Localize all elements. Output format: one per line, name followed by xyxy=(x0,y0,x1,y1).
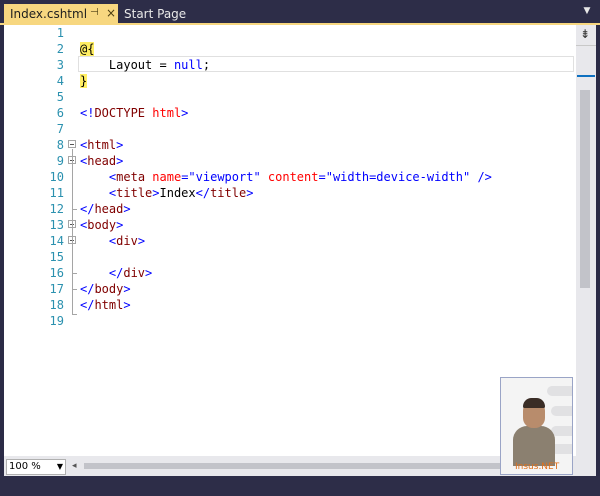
code-line: 3 Layout = null; xyxy=(4,57,576,73)
code-line: 5 xyxy=(4,89,576,105)
html-tag: meta xyxy=(116,170,146,184)
code-punc: <! xyxy=(80,106,95,120)
watermark-photo-hair xyxy=(523,398,545,408)
line-number: 4 xyxy=(56,74,64,88)
code-line: 8 <html> xyxy=(4,137,576,153)
outline-guide xyxy=(72,273,77,274)
tab-label: Index.cshtml xyxy=(10,7,88,21)
html-tag: title xyxy=(116,186,153,200)
razor-open: @{ xyxy=(80,42,95,56)
watermark-photo-body xyxy=(513,426,555,466)
html-tag: body xyxy=(94,282,124,296)
watermark-decoration xyxy=(547,386,572,396)
line-number: 11 xyxy=(49,186,64,200)
window-footer xyxy=(0,476,600,496)
html-tag: html xyxy=(87,138,117,152)
html-tag: div xyxy=(123,266,146,280)
code-line: 7 xyxy=(4,121,576,137)
html-attr: content xyxy=(267,170,319,184)
line-number: 19 xyxy=(49,314,64,328)
pin-icon[interactable]: ⊣ xyxy=(90,7,99,18)
code-editor[interactable]: 1 2 @{ 3 Layout = null; 4 } 5 6 <!DOCTYP… xyxy=(4,25,576,456)
tab-start-page[interactable]: Start Page xyxy=(124,7,186,21)
zoom-select[interactable]: 100 % ▼ xyxy=(6,459,66,475)
line-number: 16 xyxy=(49,266,64,280)
line-number: 1 xyxy=(56,26,64,40)
html-tag: body xyxy=(87,218,117,232)
code-line: 10 <meta name="viewport" content="width=… xyxy=(4,169,576,185)
code-punc: > xyxy=(181,106,189,120)
watermark-label: Insus.NET xyxy=(515,462,560,472)
line-number: 6 xyxy=(56,106,64,120)
code-line: 19 xyxy=(4,313,576,329)
code-line: 9 <head> xyxy=(4,153,576,169)
code-line: 12 </head> xyxy=(4,201,576,217)
chevron-down-icon[interactable]: ▼ xyxy=(580,4,594,18)
line-number: 7 xyxy=(56,122,64,136)
watermark-overlay: Insus.NET xyxy=(500,377,573,475)
code-line: 4 } xyxy=(4,73,576,89)
code-punc: /> xyxy=(470,170,492,184)
code-line: 6 <!DOCTYPE html> xyxy=(4,105,576,121)
line-number: 10 xyxy=(49,170,64,184)
html-tag: title xyxy=(210,186,247,200)
tab-index-cshtml[interactable]: Index.cshtml ⊣ × xyxy=(4,4,118,24)
html-tag: head xyxy=(87,154,117,168)
line-number: 14 xyxy=(49,234,64,248)
code-line: 1 xyxy=(4,25,576,41)
scrollbar-divider xyxy=(576,45,596,46)
vertical-scroll-thumb[interactable] xyxy=(580,90,590,288)
code-line: 18 </html> xyxy=(4,297,576,313)
html-attr-value: "width=device-width" xyxy=(325,170,471,184)
html-tag: html xyxy=(94,298,124,312)
line-number: 5 xyxy=(56,90,64,104)
html-tag: div xyxy=(116,234,138,248)
title-text: Index xyxy=(159,186,196,200)
zoom-value: 100 % xyxy=(9,461,41,472)
dropdown-arrow-icon: ▼ xyxy=(56,462,63,471)
line-number: 12 xyxy=(49,202,64,216)
doctype-keyword: DOCTYPE xyxy=(94,106,146,120)
watermark-decoration xyxy=(551,426,572,436)
doctype-attr: html xyxy=(152,106,182,120)
close-icon[interactable]: × xyxy=(106,6,116,20)
outline-guide xyxy=(72,209,77,210)
collapse-toggle[interactable] xyxy=(68,140,76,148)
line-number: 3 xyxy=(56,58,64,72)
document-tab-bar: Index.cshtml ⊣ × Start Page ▼ xyxy=(0,0,600,24)
code-line: 16 </div> xyxy=(4,265,576,281)
code-semicolon: ; xyxy=(202,58,211,72)
caret-position-marker xyxy=(577,75,595,77)
code-line: 11 <title>Index</title> xyxy=(4,185,576,201)
scroll-left-icon[interactable]: ◂ xyxy=(72,461,77,471)
html-tag: head xyxy=(94,202,124,216)
line-number: 17 xyxy=(49,282,64,296)
split-icon[interactable]: ⇟ xyxy=(578,27,592,41)
code-line: 17 </body> xyxy=(4,281,576,297)
outline-guide xyxy=(72,149,73,315)
code-line: 13 <body> xyxy=(4,217,576,233)
line-number: 18 xyxy=(49,298,64,312)
line-number: 2 xyxy=(56,42,64,56)
html-attr: name xyxy=(152,170,182,184)
code-line: 2 @{ xyxy=(4,41,576,57)
outline-guide xyxy=(72,314,77,315)
outline-guide xyxy=(72,289,77,290)
code-line: 14 <div> xyxy=(4,233,576,249)
line-number: 13 xyxy=(49,218,64,232)
line-number: 8 xyxy=(56,138,64,152)
watermark-decoration xyxy=(551,406,572,416)
keyword-null: null xyxy=(173,58,203,72)
code-line: 15 xyxy=(4,249,576,265)
razor-close: } xyxy=(80,74,88,88)
line-number: 15 xyxy=(49,250,64,264)
html-attr-value: "viewport" xyxy=(188,170,261,184)
code-text: Layout = xyxy=(108,58,174,72)
horizontal-scroll-thumb[interactable] xyxy=(84,463,558,469)
line-number: 9 xyxy=(56,154,64,168)
